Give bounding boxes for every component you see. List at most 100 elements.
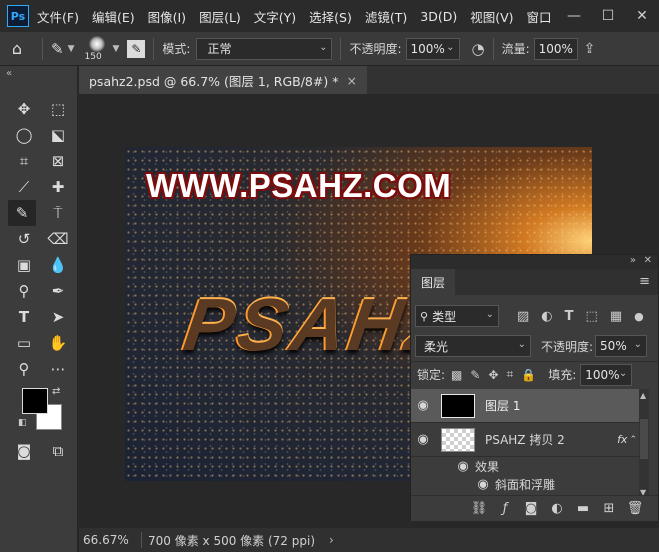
delete-layer-icon[interactable]: 🗑 (622, 501, 648, 516)
flow-input[interactable]: 100% (533, 37, 578, 60)
hand-tool-icon[interactable]: ✋ (44, 330, 72, 356)
lock-label: 锁定: (417, 368, 446, 382)
visibility-eye-icon[interactable]: ◉ (411, 432, 435, 447)
pen-tool-icon[interactable]: ✒ (44, 278, 72, 304)
zoom-tool-icon[interactable]: ⚲ (10, 356, 38, 382)
lock-image-icon[interactable]: ✎ (470, 368, 480, 382)
fill-value: 100% (585, 367, 620, 382)
layer-effects-row[interactable]: ◉ 效果 (411, 457, 639, 475)
lock-fill-row: 锁定: ▩ ✎ ✥ ⌗ 🔒 填充: 100% ⌄ (411, 361, 658, 387)
document-tab[interactable]: psahz2.psd @ 66.7% (图层 1, RGB/8#) * × (79, 66, 367, 94)
brush-tool-preset-icon[interactable]: ✎ (51, 40, 64, 58)
opacity-input[interactable]: 100% ⌄ (405, 37, 460, 60)
link-layers-icon[interactable]: ⛓ (466, 501, 492, 516)
pressure-opacity-icon[interactable]: ◔ (472, 40, 485, 58)
swap-colors-icon[interactable]: ⇄ (52, 386, 60, 397)
expand-effects-icon[interactable]: ⌃ (629, 435, 637, 445)
lock-transparency-icon[interactable]: ▩ (451, 368, 462, 382)
home-icon[interactable]: ⌂ (0, 39, 34, 58)
minimize-button[interactable]: — (557, 8, 591, 24)
path-selection-tool-icon[interactable]: ➤ (44, 304, 72, 330)
scroll-thumb[interactable] (640, 419, 648, 459)
filter-shape-icon[interactable]: ⬚ (586, 309, 598, 324)
airbrush-icon[interactable]: ⇪ (584, 41, 596, 57)
more-tools-icon[interactable]: ⋯ (44, 356, 72, 382)
close-tab-icon[interactable]: × (346, 73, 356, 88)
add-style-fx-icon[interactable]: ƒ (492, 501, 518, 516)
chevron-down-icon[interactable]: ▼ (68, 44, 75, 54)
quick-mask-icon[interactable]: ◙ (10, 438, 38, 464)
new-adjustment-icon[interactable]: ◐ (544, 501, 570, 516)
frame-tool-icon[interactable]: ⊠ (44, 148, 72, 174)
object-selection-tool-icon[interactable]: ⬕ (44, 122, 72, 148)
gradient-tool-icon[interactable]: ▣ (10, 252, 38, 278)
fill-input[interactable]: 100% ⌄ (580, 363, 633, 386)
layer-row-layer1[interactable]: ◉ 图层 1 (411, 389, 639, 423)
filter-smart-object-icon[interactable]: ▦ (610, 309, 622, 324)
visibility-eye-icon[interactable]: ◉ (411, 398, 435, 413)
lock-position-icon[interactable]: ✥ (488, 368, 498, 382)
filter-type-select[interactable]: ⚲ 类型 ⌄ (415, 305, 499, 327)
menu-view[interactable]: 视图(V) (470, 7, 513, 26)
layer-row-psahz-copy-2[interactable]: ◉ PSAHZ 拷贝 2 fx ⌃ (411, 423, 639, 457)
visibility-eye-icon[interactable]: ◉ (451, 459, 475, 474)
close-window-button[interactable]: ✕ (625, 8, 659, 24)
menu-select[interactable]: 选择(S) (309, 7, 352, 26)
menu-edit[interactable]: 编辑(E) (92, 7, 135, 26)
new-group-icon[interactable]: ▬ (570, 501, 596, 516)
tools-panel: « ✥ ⬚ ◯ ⬕ ⌗ ⊠ ⟋ ✚ ✎ ⍑ ↺ ⌫ ▣ 💧 ⚲ ✒ T ➤ ▭ … (0, 66, 78, 552)
new-layer-icon[interactable]: ⊞ (596, 501, 622, 516)
menu-type[interactable]: 文字(Y) (254, 7, 296, 26)
eyedropper-tool-icon[interactable]: ⟋ (10, 174, 38, 200)
zoom-level[interactable]: 66.67% (83, 533, 141, 547)
healing-brush-tool-icon[interactable]: ✚ (44, 174, 72, 200)
filter-pixel-icon[interactable]: ▨ (517, 309, 529, 324)
history-brush-tool-icon[interactable]: ↺ (10, 226, 38, 252)
menu-file[interactable]: 文件(F) (37, 7, 79, 26)
blend-mode-select[interactable]: 柔光 ⌄ (415, 335, 531, 357)
foreground-color-swatch[interactable] (22, 388, 48, 414)
blur-tool-icon[interactable]: 💧 (44, 252, 72, 278)
filter-adjustment-icon[interactable]: ◐ (541, 309, 552, 324)
chevron-down-icon[interactable]: ▼ (113, 44, 120, 54)
mode-select[interactable]: 正常 ⌄ (196, 37, 333, 60)
close-panel-icon[interactable]: ✕ (644, 255, 652, 266)
lock-all-icon[interactable]: 🔒 (521, 368, 536, 382)
scroll-up-icon[interactable]: ▲ (640, 391, 646, 400)
clone-stamp-tool-icon[interactable]: ⍑ (44, 200, 72, 226)
status-menu-arrow[interactable]: › (329, 533, 334, 547)
visibility-eye-icon[interactable]: ◉ (471, 477, 495, 492)
brush-settings-panel-icon[interactable]: ✎ (127, 39, 146, 58)
panel-menu-icon[interactable]: ≡ (639, 274, 650, 289)
layer-opacity-input[interactable]: 50% ⌄ (595, 335, 648, 357)
brush-size-picker[interactable]: 150 (83, 34, 111, 64)
filter-toggle-icon[interactable]: ● (634, 310, 644, 323)
marquee-tool-icon[interactable]: ⬚ (44, 96, 72, 122)
add-mask-icon[interactable]: ◙ (518, 501, 544, 516)
collapse-panel-icon[interactable]: » (630, 255, 636, 266)
layers-scrollbar[interactable]: ▲ ▼ (639, 389, 649, 499)
photoshop-logo[interactable]: Ps (7, 5, 29, 27)
maximize-button[interactable]: ☐ (591, 8, 625, 24)
bevel-emboss-row[interactable]: ◉ 斜面和浮雕 (411, 475, 639, 493)
lasso-tool-icon[interactable]: ◯ (10, 122, 38, 148)
lock-artboard-icon[interactable]: ⌗ (507, 367, 514, 382)
default-colors-icon[interactable]: ◧ (18, 418, 27, 428)
move-tool-icon[interactable]: ✥ (10, 96, 38, 122)
brush-tool-icon[interactable]: ✎ (8, 200, 36, 226)
menu-3d[interactable]: 3D(D) (420, 9, 457, 24)
screen-mode-icon[interactable]: ⧉ (44, 438, 72, 464)
menu-layer[interactable]: 图层(L) (199, 7, 241, 26)
layer-fx-badge[interactable]: fx (617, 433, 627, 446)
tab-layers[interactable]: 图层 (411, 269, 456, 295)
eraser-tool-icon[interactable]: ⌫ (44, 226, 72, 252)
dodge-tool-icon[interactable]: ⚲ (10, 278, 38, 304)
type-tool-icon[interactable]: T (10, 304, 38, 330)
menu-filter[interactable]: 滤镜(T) (365, 7, 407, 26)
layer-opacity-value: 50% (600, 339, 627, 353)
crop-tool-icon[interactable]: ⌗ (10, 148, 38, 174)
menu-image[interactable]: 图像(I) (148, 7, 186, 26)
filter-type-icon[interactable]: T (565, 309, 574, 324)
collapse-toolbar-icon[interactable]: « (6, 68, 12, 79)
rectangle-tool-icon[interactable]: ▭ (10, 330, 38, 356)
